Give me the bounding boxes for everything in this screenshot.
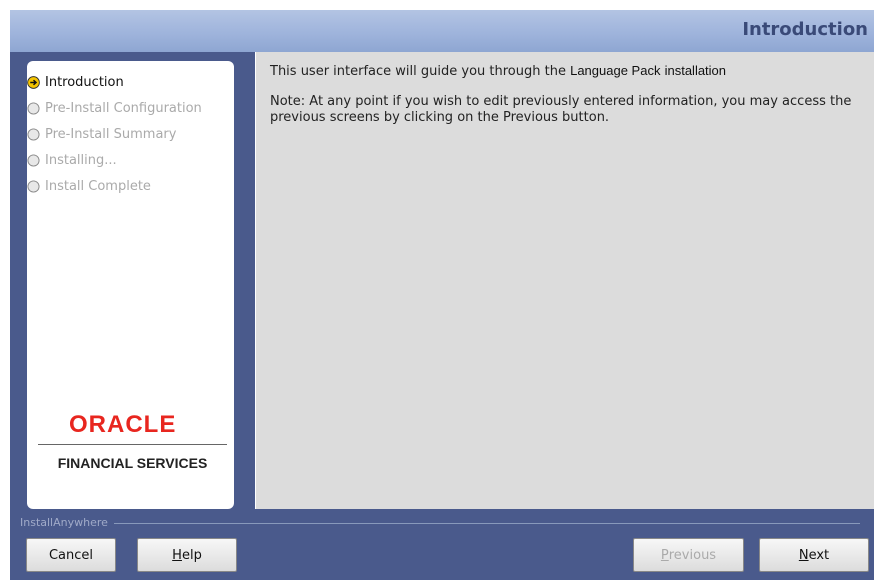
next-button[interactable]: Next (759, 538, 869, 572)
steps-sidebar: Introduction Pre-Install Configuration P… (27, 61, 234, 509)
help-button[interactable]: Help (137, 538, 237, 572)
installer-window: Introduction Introduction Pre-Install Co… (10, 10, 874, 580)
previous-button[interactable]: Previous (633, 538, 744, 572)
empty-circle-icon (27, 127, 40, 141)
help-mnemonic: H (172, 547, 182, 563)
empty-circle-icon (27, 101, 40, 115)
step-installing: Installing... (27, 150, 117, 170)
product-name: Language Pack (570, 63, 661, 78)
step-pre-install-summary: Pre-Install Summary (27, 124, 176, 144)
cancel-button[interactable]: Cancel (26, 538, 116, 572)
installanywhere-label: InstallAnywhere (20, 516, 114, 529)
cancel-label: Cancel (48, 547, 94, 563)
previous-mnemonic: P (660, 547, 669, 563)
logo-divider (38, 444, 227, 445)
financial-services-label: FINANCIAL SERVICES (57, 455, 208, 471)
step-label: Introduction (45, 74, 124, 90)
next-label: ext (808, 547, 830, 563)
note-text: Note: At any point if you wish to edit p… (270, 94, 852, 125)
oracle-logo: ORACLE (69, 411, 177, 438)
intro-prefix: This user interface will guide you throu… (270, 64, 566, 79)
step-install-complete: Install Complete (27, 176, 151, 196)
next-mnemonic: N (798, 547, 809, 563)
step-label: Pre-Install Configuration (45, 100, 202, 116)
help-label: elp (181, 547, 202, 563)
step-introduction: Introduction (27, 72, 124, 92)
intro-suffix: installation (664, 63, 727, 78)
step-label: Pre-Install Summary (45, 126, 177, 142)
footer-divider (22, 523, 860, 524)
empty-circle-icon (27, 153, 40, 167)
previous-label: revious (668, 547, 717, 563)
title-bar: Introduction (10, 10, 874, 52)
empty-circle-icon (27, 179, 40, 193)
step-label: Installing... (45, 152, 117, 168)
step-label: Install Complete (45, 178, 151, 194)
content-panel: This user interface will guide you throu… (255, 52, 874, 509)
window-title: Introduction (742, 19, 868, 40)
arrow-circle-icon (27, 75, 40, 89)
intro-text: This user interface will guide you throu… (270, 63, 726, 79)
step-pre-install-configuration: Pre-Install Configuration (27, 98, 202, 118)
